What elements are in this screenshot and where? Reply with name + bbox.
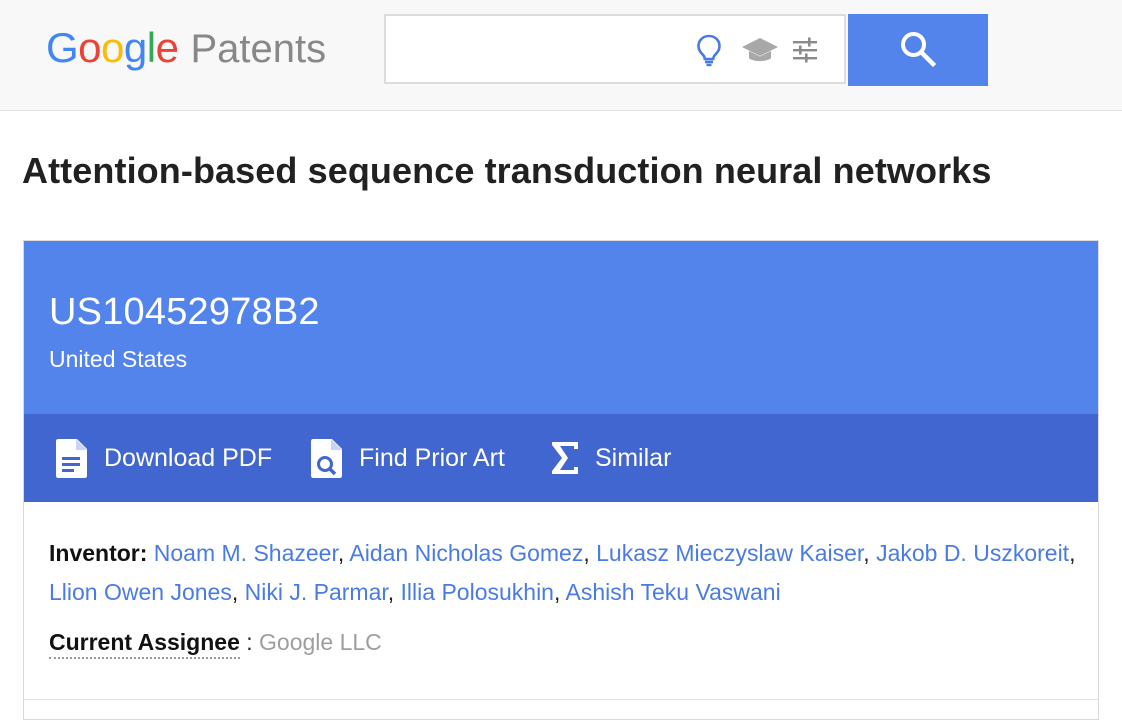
inventor-link[interactable]: Jakob D. Uszkoreit — [876, 540, 1069, 566]
inventor-link[interactable]: Illia Polosukhin — [401, 579, 554, 605]
assignee-colon: : — [239, 629, 260, 655]
tune-sliders-icon[interactable] — [788, 33, 822, 67]
search-input[interactable] — [400, 28, 694, 72]
assignee-value: Google LLC — [259, 629, 382, 655]
logo-letter-g2: g — [123, 24, 147, 71]
card-divider — [24, 699, 1098, 700]
patent-header: US10452978B2 United States — [24, 241, 1098, 414]
find-prior-art-button[interactable]: Find Prior Art — [309, 414, 505, 502]
logo-product-name: Patents — [190, 27, 327, 71]
lightbulb-icon[interactable] — [692, 33, 726, 67]
inventor-link[interactable]: Niki J. Parmar — [245, 579, 388, 605]
logo-letter-e: e — [155, 24, 179, 71]
publication-number: US10452978B2 — [49, 291, 320, 333]
graduation-cap-icon[interactable] — [740, 33, 780, 67]
document-search-icon — [309, 437, 345, 479]
logo-letter-o1: o — [78, 24, 102, 71]
download-pdf-label: Download PDF — [104, 443, 273, 472]
logo-letter-g: G — [46, 24, 79, 71]
magnifier-icon — [898, 29, 938, 72]
assignee-label[interactable]: Current Assignee — [49, 629, 240, 659]
inventor-link[interactable]: Ashish Teku Vaswani — [565, 579, 780, 605]
patent-country: United States — [49, 346, 188, 372]
inventor-row: Inventor: Noam M. Shazeer, Aidan Nichola… — [49, 540, 1076, 605]
patent-action-bar: Download PDF Find Prior Art Similar — [24, 414, 1098, 502]
inventor-link[interactable]: Aidan Nicholas Gomez — [349, 540, 583, 566]
patent-title: Attention-based sequence transduction ne… — [22, 150, 992, 191]
sigma-icon — [549, 440, 581, 476]
inventor-label: Inventor: — [49, 540, 148, 566]
logo-letter-o2: o — [101, 24, 124, 71]
inventor-link[interactable]: Lukasz Mieczyslaw Kaiser — [596, 540, 863, 566]
search-box — [384, 14, 846, 84]
find-prior-art-label: Find Prior Art — [359, 443, 505, 472]
patent-summary-card: US10452978B2 United States Download PDF — [23, 240, 1099, 720]
search-button[interactable] — [848, 14, 988, 86]
google-patents-logo[interactable]: Go o g l e Patents — [46, 24, 326, 80]
top-bar: Go o g l e Patents — [0, 0, 1122, 111]
similar-label: Similar — [595, 443, 672, 472]
assignee-row: Current Assignee : Google LLC — [49, 629, 382, 659]
logo-letter-l: l — [146, 24, 156, 71]
inventor-link[interactable]: Llion Owen Jones — [49, 579, 232, 605]
download-pdf-button[interactable]: Download PDF — [54, 414, 272, 502]
inventor-link[interactable]: Noam M. Shazeer — [154, 540, 338, 566]
similar-button[interactable]: Similar — [549, 414, 671, 502]
pdf-document-icon — [54, 437, 90, 479]
